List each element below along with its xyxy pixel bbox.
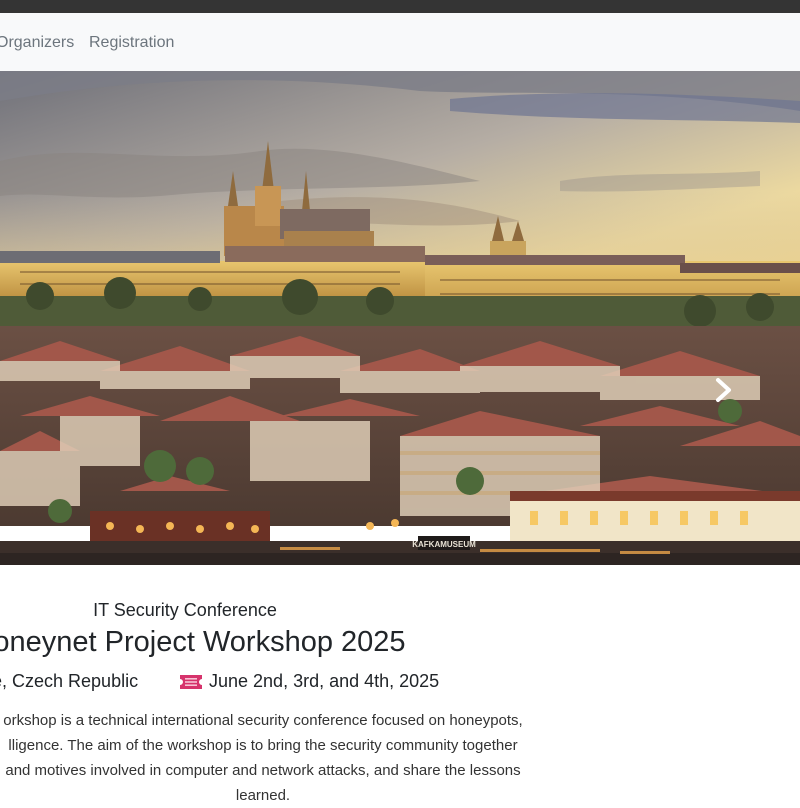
conference-dates: June 2nd, 3rd, and 4th, 2025: [180, 670, 439, 694]
ticket-icon: [180, 672, 202, 694]
carousel-next-button[interactable]: [712, 377, 736, 403]
hero-carousel: KAFKAMUSEUM: [0, 71, 800, 565]
conference-description: orkshop is a technical international sec…: [0, 708, 603, 808]
navbar: Organizers Registration: [0, 13, 800, 71]
chevron-right-icon: [716, 378, 731, 402]
description-line: orkshop is a technical international sec…: [3, 712, 523, 729]
museum-sign-text: KAFKAMUSEUM: [412, 540, 476, 549]
nav-link-organizers[interactable]: Organizers: [0, 34, 74, 52]
description-line: and motives involved in computer and net…: [5, 762, 521, 779]
top-bar: [0, 0, 800, 13]
conference-type: IT Security Conference: [93, 600, 277, 620]
hero-image: KAFKAMUSEUM: [0, 71, 800, 565]
description-line: lligence. The aim of the workshop is to …: [8, 737, 518, 754]
conference-location: e, Czech Republic: [0, 671, 139, 691]
conference-info: IT Security Conference Honeynet Project …: [0, 565, 800, 804]
description-line: learned.: [235, 787, 291, 804]
conference-title: Honeynet Project Workshop 2025: [0, 626, 406, 658]
conference-dates-text: June 2nd, 3rd, and 4th, 2025: [209, 671, 440, 691]
nav-link-registration[interactable]: Registration: [89, 34, 174, 52]
